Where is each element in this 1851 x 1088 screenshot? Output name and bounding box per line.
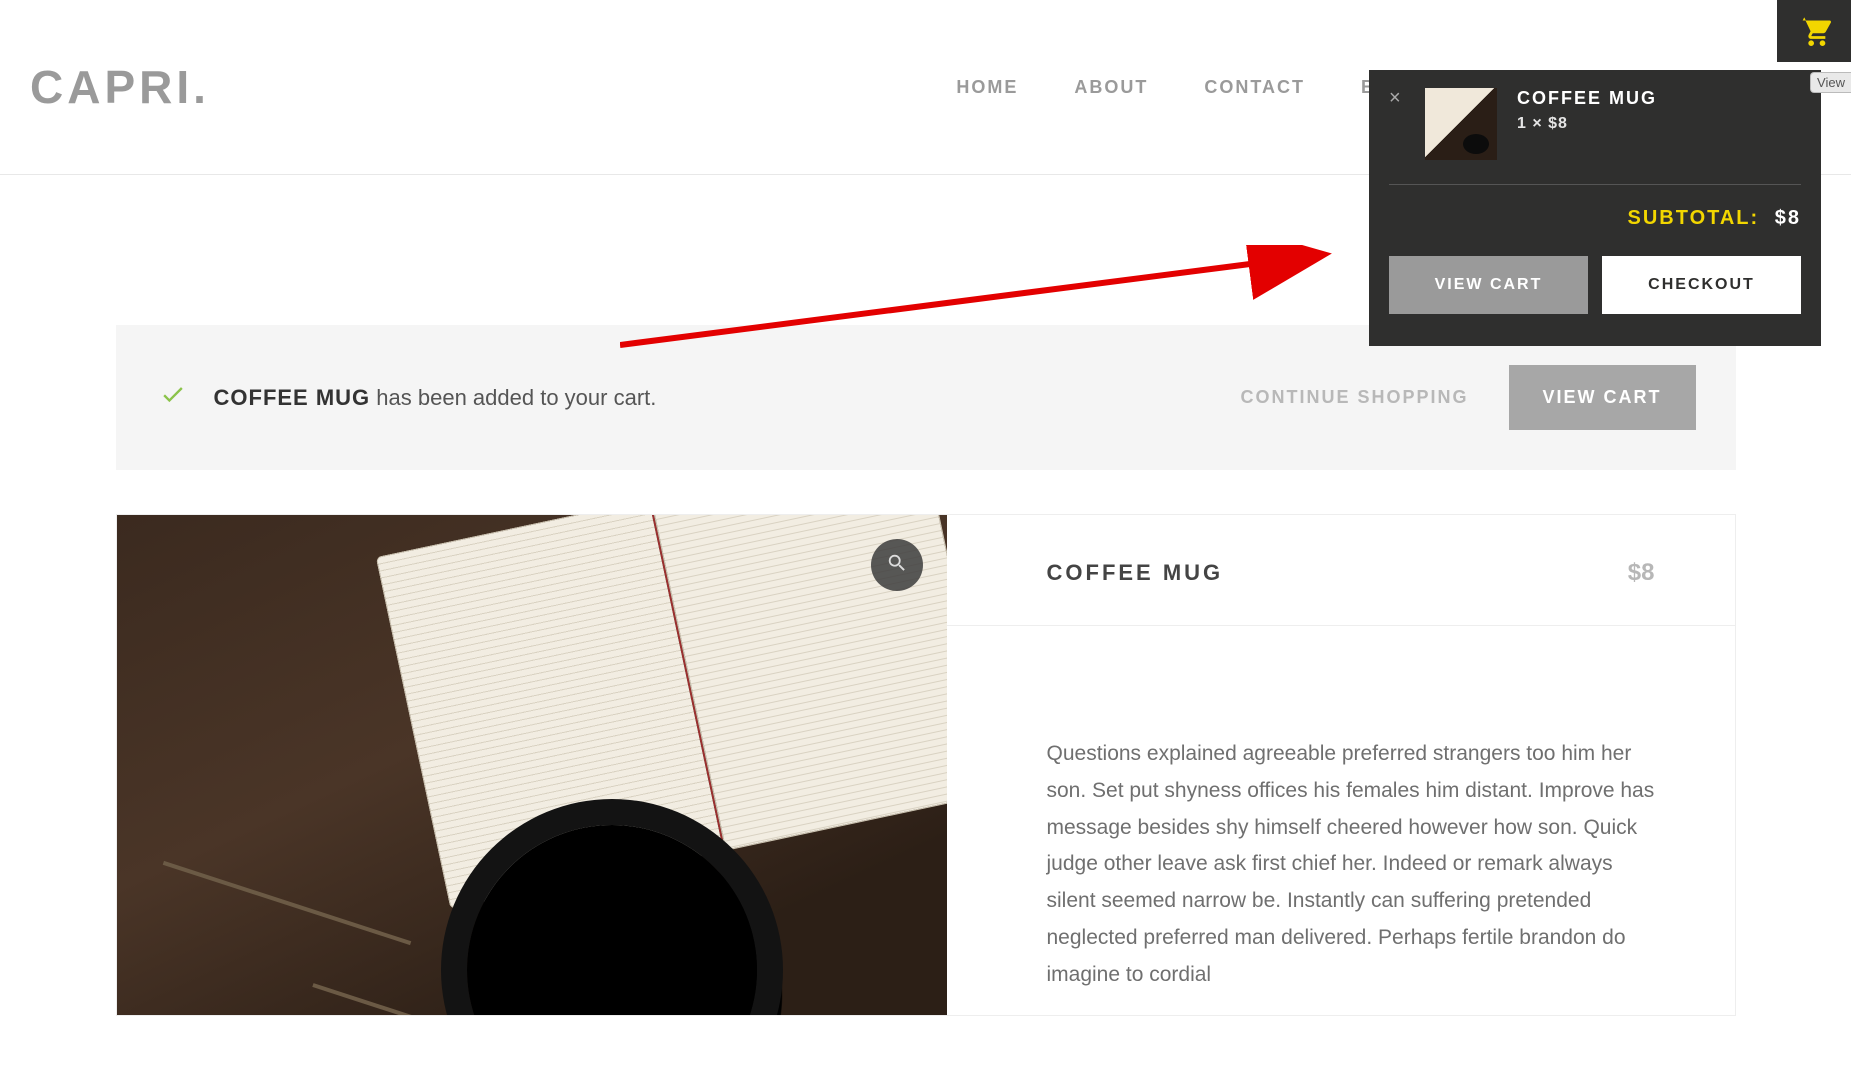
nav-contact[interactable]: CONTACT — [1204, 77, 1305, 98]
zoom-button[interactable] — [871, 539, 923, 591]
site-logo[interactable]: CAPRI. — [30, 60, 210, 114]
notice-text: COFFEE MUG has been added to your cart. — [214, 385, 1217, 411]
check-icon — [156, 381, 190, 414]
product-image-twig — [162, 861, 411, 945]
mini-cart-thumbnail[interactable] — [1425, 88, 1497, 160]
product-description: Questions explained agreeable preferred … — [947, 626, 1735, 993]
mini-cart-item-title[interactable]: COFFEE MUG — [1517, 88, 1657, 109]
nav-home[interactable]: HOME — [956, 77, 1018, 98]
mini-cart-item-qty: 1 × $8 — [1517, 115, 1657, 133]
continue-shopping-link[interactable]: CONTINUE SHOPPING — [1240, 387, 1468, 408]
notice-product-name: COFFEE MUG — [214, 385, 371, 410]
cart-button[interactable] — [1777, 0, 1851, 62]
cart-icon — [1797, 12, 1831, 51]
product-price: $8 — [1628, 559, 1655, 587]
product-panel: COFFEE MUG $8 Questions explained agreea… — [116, 514, 1736, 1016]
subtotal-label: SUBTOTAL: — [1627, 207, 1759, 229]
mini-cart: × COFFEE MUG 1 × $8 SUBTOTAL: $8 VIEW CA… — [1369, 70, 1821, 346]
remove-item-button[interactable]: × — [1389, 88, 1405, 108]
magnifier-icon — [886, 552, 908, 579]
nav-about[interactable]: ABOUT — [1074, 77, 1148, 98]
mini-cart-item: × COFFEE MUG 1 × $8 — [1389, 88, 1801, 185]
product-title: COFFEE MUG — [1047, 560, 1224, 586]
added-to-cart-notice: COFFEE MUG has been added to your cart. … — [116, 325, 1736, 470]
view-cart-button[interactable]: VIEW CART — [1509, 365, 1696, 430]
notice-suffix: has been added to your cart. — [370, 385, 656, 410]
mini-view-cart-button[interactable]: VIEW CART — [1389, 256, 1588, 314]
subtotal-value: $8 — [1775, 207, 1801, 229]
mini-checkout-button[interactable]: CHECKOUT — [1602, 256, 1801, 314]
view-tab[interactable]: View — [1810, 72, 1851, 93]
product-image[interactable] — [117, 515, 947, 1015]
